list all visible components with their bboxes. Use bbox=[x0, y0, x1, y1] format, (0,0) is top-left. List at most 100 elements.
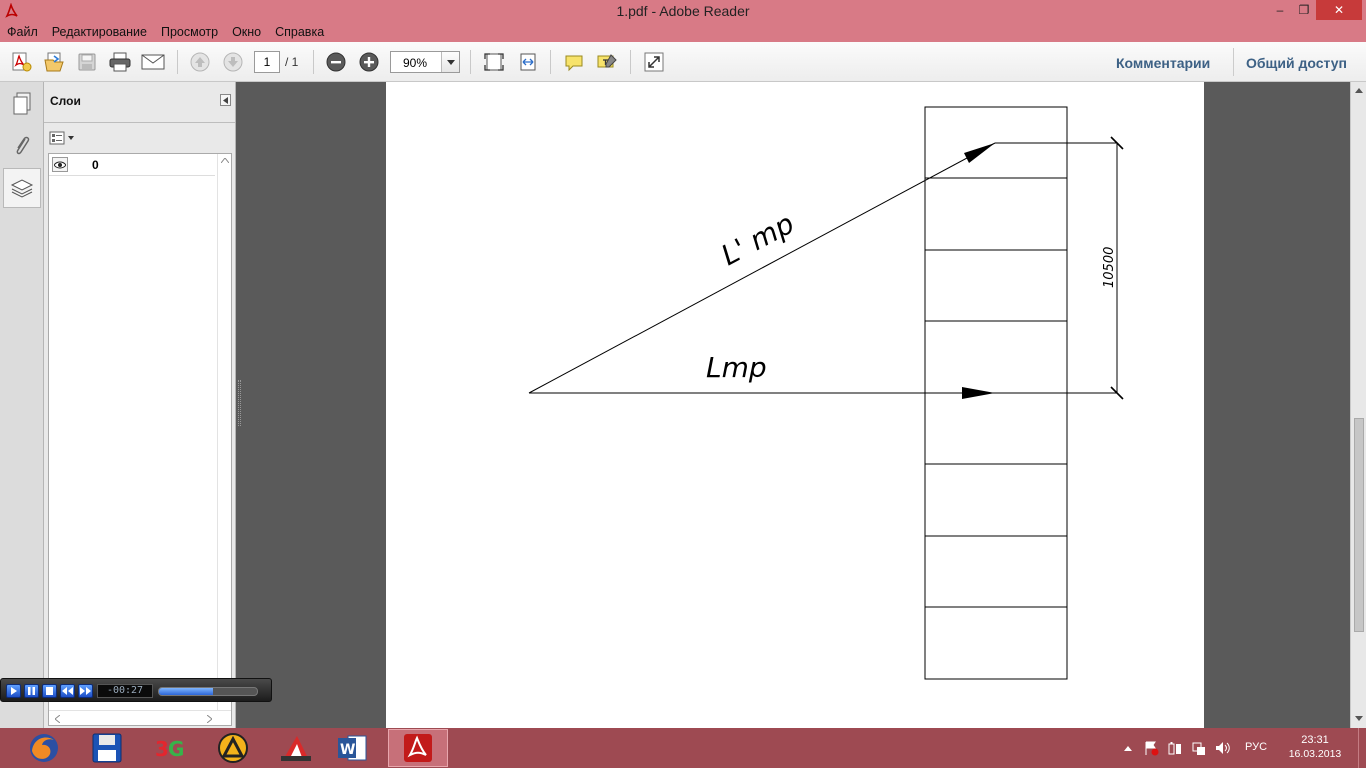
tray-volume[interactable] bbox=[1213, 728, 1231, 768]
layer-options-button[interactable] bbox=[49, 130, 75, 146]
layers-icon bbox=[10, 179, 34, 198]
play-button[interactable] bbox=[6, 684, 21, 698]
previous-page-button[interactable] bbox=[187, 50, 213, 74]
layer-row[interactable]: 0 bbox=[49, 154, 215, 176]
page-number-input[interactable]: 1 bbox=[254, 51, 280, 73]
word-icon: W bbox=[338, 735, 367, 761]
print-button[interactable] bbox=[107, 50, 133, 74]
zoom-out-button[interactable] bbox=[323, 50, 349, 74]
stop-icon bbox=[46, 687, 53, 695]
highlight-button[interactable] bbox=[594, 50, 620, 74]
pause-button[interactable] bbox=[24, 684, 39, 698]
layers-button[interactable] bbox=[3, 168, 41, 208]
comment-icon bbox=[565, 55, 583, 72]
next-page-button[interactable] bbox=[220, 50, 246, 74]
tray-network[interactable] bbox=[1190, 728, 1208, 768]
fit-width-button[interactable] bbox=[515, 50, 541, 74]
player-progress-bar[interactable] bbox=[158, 687, 258, 696]
taskbar-save-app[interactable] bbox=[77, 729, 137, 767]
paperclip-icon bbox=[16, 136, 30, 155]
menu-window[interactable]: Окно bbox=[232, 25, 261, 39]
pages-icon bbox=[13, 92, 31, 115]
network-icon bbox=[1192, 742, 1205, 755]
layer-name: 0 bbox=[92, 158, 99, 172]
toolbar-separator bbox=[313, 50, 314, 74]
taskbar-autocad[interactable] bbox=[266, 729, 326, 767]
save-button[interactable] bbox=[74, 50, 100, 74]
print-icon bbox=[109, 52, 131, 72]
comment-button[interactable] bbox=[561, 50, 587, 74]
zoom-select[interactable]: 90% bbox=[390, 51, 460, 73]
fast-forward-button[interactable] bbox=[78, 684, 93, 698]
fit-page-button[interactable] bbox=[481, 50, 507, 74]
menu-help[interactable]: Справка bbox=[275, 25, 324, 39]
attachments-button[interactable] bbox=[3, 126, 41, 166]
create-pdf-button[interactable] bbox=[8, 50, 34, 74]
tray-action-center[interactable] bbox=[1142, 728, 1160, 768]
pages-button[interactable] bbox=[3, 84, 41, 124]
pdf-page[interactable]: L' mp Lmp 10500 bbox=[386, 82, 1204, 728]
chevron-left-icon[interactable] bbox=[55, 715, 60, 723]
email-button[interactable] bbox=[140, 50, 166, 74]
panel-splitter[interactable] bbox=[238, 380, 241, 426]
taskbar-adobe-reader[interactable] bbox=[388, 729, 448, 767]
open-button[interactable] bbox=[41, 50, 67, 74]
play-icon bbox=[11, 687, 17, 695]
menu-file[interactable]: Файл bbox=[7, 25, 38, 39]
horizontal-length-label: Lmp bbox=[706, 351, 767, 384]
layer-list-vertical-scrollbar[interactable] bbox=[217, 154, 231, 710]
tray-expand-button[interactable] bbox=[1120, 728, 1136, 768]
inclined-length-label: L' mp bbox=[716, 207, 800, 272]
battery-icon bbox=[1168, 742, 1181, 755]
autocad-icon bbox=[281, 736, 311, 761]
zoom-in-icon bbox=[359, 52, 379, 72]
stop-button[interactable] bbox=[42, 684, 57, 698]
player-time: -00:27 bbox=[97, 684, 153, 698]
taskbar-firefox[interactable] bbox=[14, 729, 74, 767]
tray-power[interactable] bbox=[1166, 728, 1184, 768]
options-icon bbox=[49, 131, 74, 145]
share-link[interactable]: Общий доступ bbox=[1246, 55, 1347, 71]
zoom-in-button[interactable] bbox=[356, 50, 382, 74]
menu-view[interactable]: Просмотр bbox=[161, 25, 218, 39]
menu-edit[interactable]: Редактирование bbox=[52, 25, 147, 39]
3d-app-icon: 3G bbox=[155, 737, 184, 761]
taskbar-3d-app[interactable]: 3G bbox=[140, 729, 200, 767]
window-title: 1.pdf - Adobe Reader bbox=[616, 3, 750, 19]
save-icon bbox=[78, 53, 96, 71]
taskbar-archicad[interactable] bbox=[203, 729, 263, 767]
full-screen-button[interactable] bbox=[641, 50, 667, 74]
chevron-down-icon[interactable] bbox=[441, 52, 459, 72]
clock[interactable]: 23:31 16.03.2013 bbox=[1283, 734, 1347, 760]
language-indicator[interactable]: РУС bbox=[1245, 741, 1267, 753]
scrollbar-thumb[interactable] bbox=[1354, 418, 1364, 632]
zoom-out-icon bbox=[326, 52, 346, 72]
show-desktop-button[interactable] bbox=[1358, 728, 1366, 768]
rewind-button[interactable] bbox=[60, 684, 75, 698]
chevron-up-icon[interactable] bbox=[221, 158, 229, 163]
toolbar-separator bbox=[470, 50, 471, 74]
layer-list-horizontal-scrollbar[interactable] bbox=[49, 710, 231, 725]
pause-icon bbox=[28, 687, 35, 695]
speaker-icon bbox=[1216, 742, 1230, 754]
taskbar: 3G W РУС 23:31 16.03.2013 bbox=[0, 728, 1366, 768]
navigation-pane bbox=[0, 82, 44, 728]
chevron-right-icon[interactable] bbox=[207, 715, 212, 723]
toolbar-separator bbox=[630, 50, 631, 74]
clock-time: 23:31 bbox=[1301, 734, 1329, 746]
toolbar-separator bbox=[177, 50, 178, 74]
chevron-up-icon[interactable] bbox=[1355, 88, 1363, 93]
maximize-button[interactable]: ❐ bbox=[1290, 0, 1318, 20]
eye-icon[interactable] bbox=[52, 157, 68, 172]
panel-title: Слои bbox=[50, 94, 81, 108]
comments-link[interactable]: Комментарии bbox=[1116, 55, 1210, 71]
close-button[interactable]: ✕ bbox=[1316, 0, 1362, 20]
flag-warning-icon bbox=[1145, 741, 1159, 756]
taskbar-word[interactable]: W bbox=[322, 729, 382, 767]
email-icon bbox=[141, 54, 165, 70]
collapse-panel-button[interactable] bbox=[220, 94, 231, 106]
chevron-down-icon[interactable] bbox=[1355, 716, 1363, 721]
archicad-icon bbox=[218, 733, 248, 763]
document-vertical-scrollbar[interactable] bbox=[1350, 82, 1366, 728]
clock-date: 16.03.2013 bbox=[1288, 748, 1342, 760]
